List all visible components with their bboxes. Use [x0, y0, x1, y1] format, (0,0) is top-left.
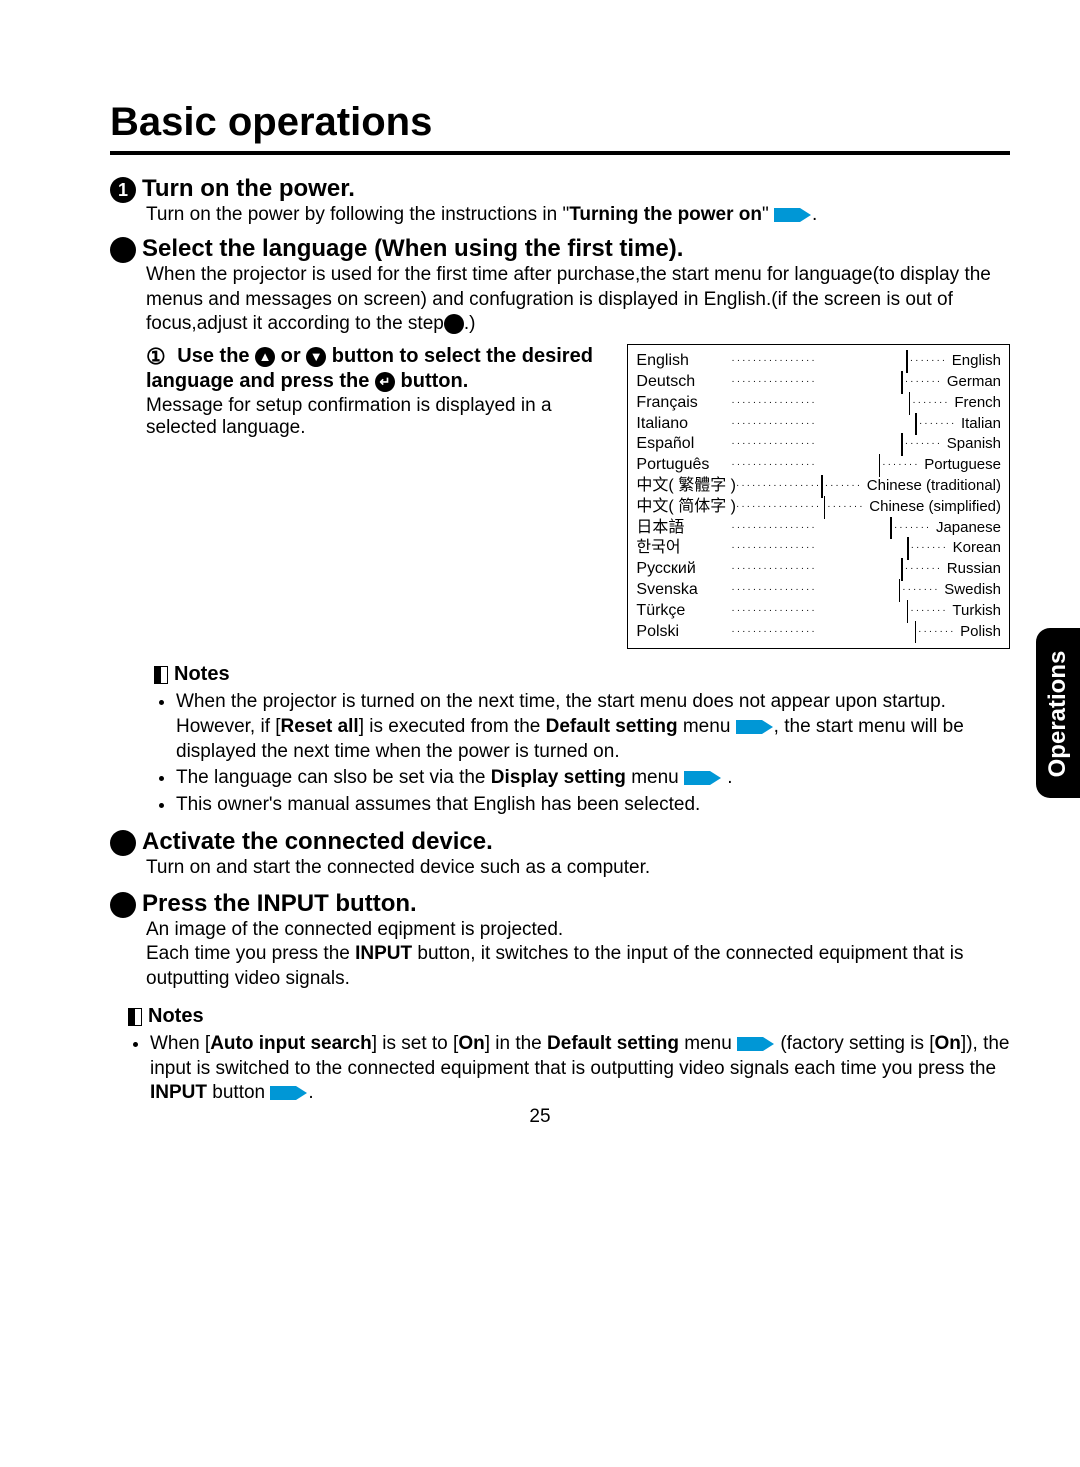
notes-icon — [128, 1008, 142, 1026]
step-body: When the projector is used for the first… — [146, 263, 1010, 336]
language-row: Svenska·······················Swedish — [636, 580, 1001, 601]
language-row: Deutsch·······················German — [636, 372, 1001, 393]
notes-icon — [154, 666, 168, 684]
step-ref-icon — [444, 314, 464, 334]
sub-step: ① Use the ▲ or ▼ button to select the de… — [146, 344, 607, 439]
language-row: 日本語·······················Japanese — [636, 518, 1001, 539]
language-english: Swedish — [942, 580, 1001, 600]
step-body: An image of the connected eqipment is pr… — [146, 918, 1010, 991]
step-number-icon — [110, 892, 136, 918]
language-english: Russian — [945, 559, 1001, 579]
step-2: Select the language (When using the firs… — [110, 235, 1010, 818]
language-row: Français·······················French — [636, 393, 1001, 414]
language-row: Español·······················Spanish — [636, 434, 1001, 455]
language-table: English·······················EnglishDeu… — [627, 344, 1010, 649]
step-1: 1 Turn on the power. Turn on the power b… — [110, 175, 1010, 227]
note-item: When [Auto input search] is set to [On] … — [150, 1032, 1010, 1106]
page-ref-icon — [774, 206, 812, 224]
step-number-icon: 1 — [110, 177, 136, 203]
language-row: 中文( 简体字 )·······················Chinese … — [636, 497, 1001, 518]
language-english: Japanese — [934, 518, 1001, 538]
language-row: English·······················English — [636, 351, 1001, 372]
manual-page: Basic operations 1 Turn on the power. Tu… — [0, 0, 1080, 1172]
step-4: Press the INPUT button. An image of the … — [110, 890, 1010, 1106]
notes-title: Notes — [174, 663, 230, 686]
language-native: Deutsch — [636, 372, 731, 393]
notes-block: Notes When [Auto input search] is set to… — [128, 1005, 1010, 1106]
sub-step-body: Message for setup confirmation is displa… — [146, 395, 607, 439]
language-english: Chinese (traditional) — [865, 476, 1001, 496]
language-english: English — [950, 351, 1001, 371]
note-item: When the projector is turned on the next… — [176, 690, 1010, 764]
page-ref-icon — [684, 769, 722, 787]
language-english: Turkish — [950, 601, 1001, 621]
section-tab: Operations — [1036, 628, 1080, 798]
note-item: The language can slso be set via the Dis… — [176, 766, 1010, 791]
page-ref-icon — [737, 1035, 775, 1053]
language-english: Chinese (simplified) — [867, 497, 1001, 517]
language-native: Svenska — [636, 580, 731, 601]
page-number: 25 — [0, 1106, 1080, 1128]
down-button-icon: ▼ — [306, 347, 326, 367]
step-body: Turn on the power by following the instr… — [146, 203, 1010, 227]
step-title: Turn on the power. — [142, 175, 355, 203]
language-native: Türkçe — [636, 601, 731, 622]
language-row: Русский·······················Russian — [636, 559, 1001, 580]
language-native: Polski — [636, 622, 731, 643]
step-number-icon — [110, 830, 136, 856]
language-native: Français — [636, 393, 731, 414]
language-row: 한국어·······················Korean — [636, 538, 1001, 559]
language-english: Korean — [951, 538, 1001, 558]
up-button-icon: ▲ — [255, 347, 275, 367]
step-3: Activate the connected device. Turn on a… — [110, 828, 1010, 880]
enter-button-icon: ↵ — [375, 372, 395, 392]
language-english: Spanish — [945, 434, 1001, 454]
language-native: 한국어 — [636, 538, 731, 559]
language-row: Português·······················Portugue… — [636, 455, 1001, 476]
language-native: Português — [636, 455, 731, 476]
language-native: 日本語 — [636, 518, 731, 539]
page-ref-icon — [270, 1084, 308, 1102]
notes-block: Notes When the projector is turned on th… — [154, 663, 1010, 817]
page-ref-icon — [736, 718, 774, 736]
step-number-icon — [110, 237, 136, 263]
page-title: Basic operations — [110, 100, 1010, 155]
notes-title: Notes — [148, 1005, 204, 1028]
language-row: Italiano·······················Italian — [636, 414, 1001, 435]
language-english: Polish — [958, 622, 1001, 642]
language-english: Portuguese — [922, 455, 1001, 475]
step-title: Select the language (When using the firs… — [142, 235, 683, 263]
language-row: Polski·······················Polish — [636, 622, 1001, 643]
language-english: Italian — [959, 414, 1001, 434]
step-body: Turn on and start the connected device s… — [146, 856, 1010, 880]
language-native: Español — [636, 434, 731, 455]
language-native: Italiano — [636, 414, 731, 435]
language-native: 中文( 繁體字 ) — [636, 476, 736, 497]
note-item: This owner's manual assumes that English… — [176, 793, 1010, 818]
step-title: Activate the connected device. — [142, 828, 493, 856]
language-native: 中文( 简体字 ) — [636, 497, 736, 518]
language-english: French — [952, 393, 1001, 413]
language-row: 中文( 繁體字 )·······················Chinese … — [636, 476, 1001, 497]
language-native: Русский — [636, 559, 731, 580]
language-english: German — [945, 372, 1001, 392]
language-row: Türkçe·······················Turkish — [636, 601, 1001, 622]
step-title: Press the INPUT button. — [142, 890, 417, 918]
sub-step-marker: ① — [146, 344, 166, 369]
language-native: English — [636, 351, 731, 372]
